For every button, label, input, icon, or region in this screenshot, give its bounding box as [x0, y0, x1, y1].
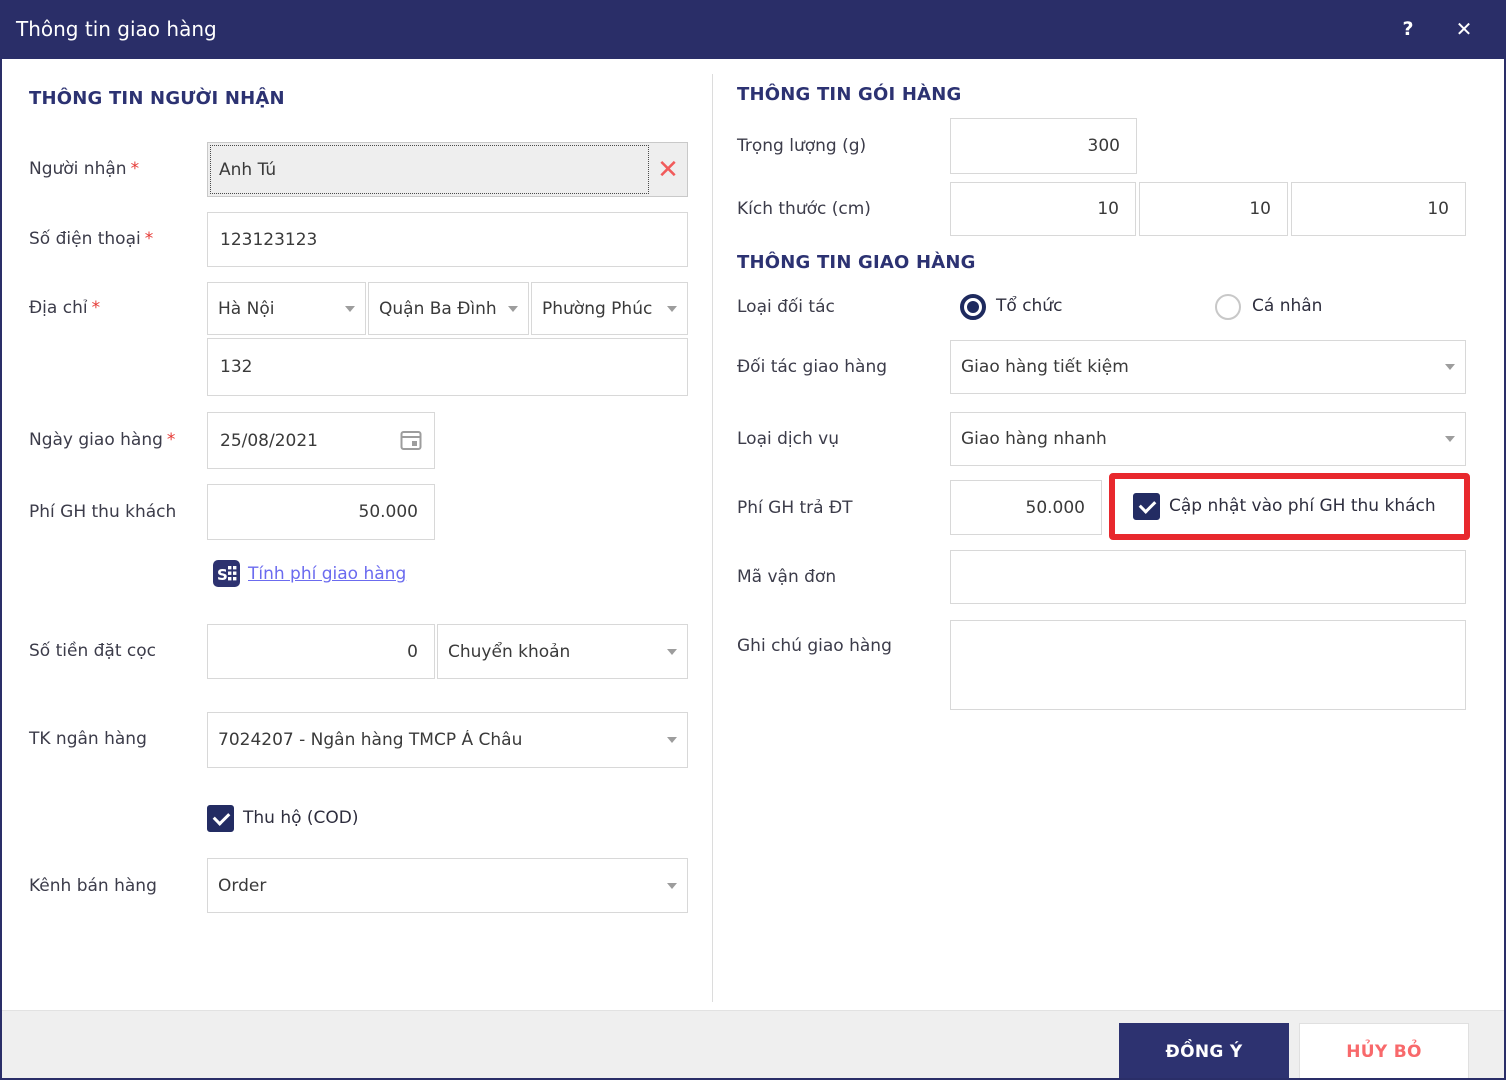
required-asterisk: *	[91, 298, 101, 318]
cod-checkbox-label[interactable]: Thu hộ (COD)	[243, 808, 359, 828]
chevron-down-icon	[667, 737, 677, 743]
weight-label: Trọng lượng (g)	[737, 136, 867, 156]
chevron-down-icon	[1445, 436, 1455, 442]
recipient-name-value: Anh Tú	[210, 145, 649, 194]
dimension-length-input[interactable]: 10	[950, 182, 1136, 236]
customer-fee-input[interactable]: 50.000	[207, 484, 435, 540]
delivery-note-label: Ghi chú giao hàng	[737, 636, 892, 656]
address-detail-input[interactable]: 132	[207, 338, 688, 396]
dialog-footer: ĐỒNG Ý HỦY BỎ	[2, 1010, 1504, 1078]
required-asterisk: *	[130, 159, 140, 179]
titlebar: Thông tin giao hàng ? ✕	[2, 2, 1504, 59]
weight-input[interactable]: 300	[950, 118, 1137, 174]
chevron-down-icon	[508, 305, 518, 312]
phone-label: Số điện thoại *	[29, 229, 154, 249]
partner-type-radio-individual-label[interactable]: Cá nhân	[1252, 296, 1322, 316]
recipient-name-label: Người nhận *	[29, 159, 140, 179]
update-fee-checkbox[interactable]	[1133, 493, 1160, 520]
confirm-button[interactable]: ĐỒNG Ý	[1119, 1023, 1289, 1078]
dialog-title: Thông tin giao hàng	[16, 17, 217, 41]
partner-type-radio-organization[interactable]	[960, 294, 986, 320]
delivery-info-dialog: Thông tin giao hàng ? ✕ THÔNG TIN NGƯỜI …	[0, 0, 1506, 1080]
clear-icon[interactable]: ✕	[653, 157, 683, 183]
phone-input[interactable]: 123123123	[207, 212, 688, 267]
chevron-down-icon	[667, 648, 677, 655]
chevron-down-icon	[1445, 364, 1455, 370]
dimensions-label: Kích thước (cm)	[737, 199, 871, 219]
update-fee-checkbox-label[interactable]: Cập nhật vào phí GH thu khách	[1169, 496, 1436, 516]
tracking-code-input[interactable]	[950, 550, 1466, 604]
deposit-input[interactable]: 0	[207, 624, 435, 679]
dimension-height-input[interactable]: 10	[1291, 182, 1466, 236]
chevron-down-icon	[667, 882, 677, 889]
dimension-width-input[interactable]: 10	[1139, 182, 1288, 236]
required-asterisk: *	[166, 430, 176, 450]
delivery-partner-dropdown[interactable]: Giao hàng tiết kiệm	[950, 340, 1466, 394]
sales-channel-dropdown[interactable]: Order	[207, 858, 688, 913]
deposit-label: Số tiền đặt cọc	[29, 641, 156, 661]
delivery-date-label: Ngày giao hàng *	[29, 430, 176, 450]
calc-fee-icon[interactable]: S	[213, 560, 240, 587]
sales-channel-label: Kênh bán hàng	[29, 876, 157, 896]
delivery-section-title: THÔNG TIN GIAO HÀNG	[737, 252, 976, 273]
column-divider	[712, 74, 713, 1002]
required-asterisk: *	[144, 229, 154, 249]
service-type-dropdown[interactable]: Giao hàng nhanh	[950, 412, 1466, 466]
calendar-icon[interactable]	[400, 429, 422, 451]
recipient-section-title: THÔNG TIN NGƯỜI NHẬN	[29, 88, 285, 109]
partner-type-radio-organization-label[interactable]: Tổ chức	[996, 296, 1062, 316]
deposit-method-dropdown[interactable]: Chuyển khoản	[437, 624, 688, 679]
svg-text:S: S	[217, 566, 228, 584]
partner-fee-label: Phí GH trả ĐT	[737, 498, 853, 518]
address-label: Địa chỉ *	[29, 298, 101, 318]
service-type-label: Loại dịch vụ	[737, 429, 839, 449]
chevron-down-icon	[667, 305, 677, 312]
help-icon[interactable]: ?	[1398, 18, 1418, 40]
customer-fee-label: Phí GH thu khách	[29, 502, 177, 522]
delivery-partner-label: Đối tác giao hàng	[737, 357, 888, 377]
partner-fee-input[interactable]: 50.000	[950, 480, 1102, 535]
bank-account-label: TK ngân hàng	[29, 729, 147, 749]
cancel-button[interactable]: HỦY BỎ	[1299, 1023, 1469, 1078]
address-ward-dropdown[interactable]: Phường Phúc	[531, 282, 688, 335]
package-section-title: THÔNG TIN GÓI HÀNG	[737, 84, 962, 105]
partner-type-label: Loại đối tác	[737, 297, 835, 317]
recipient-name-input[interactable]: Anh Tú ✕	[207, 142, 688, 197]
partner-type-radio-individual[interactable]	[1215, 294, 1241, 320]
tracking-code-label: Mã vận đơn	[737, 567, 837, 587]
delivery-note-textarea[interactable]	[950, 620, 1466, 710]
close-icon[interactable]: ✕	[1452, 17, 1476, 41]
bank-account-dropdown[interactable]: 7024207 - Ngân hàng TMCP Á Châu	[207, 712, 688, 768]
address-city-dropdown[interactable]: Hà Nội	[207, 282, 366, 335]
calculate-fee-link[interactable]: Tính phí giao hàng	[248, 564, 406, 584]
cod-checkbox[interactable]	[207, 805, 234, 832]
address-district-dropdown[interactable]: Quận Ba Đình	[368, 282, 529, 335]
chevron-down-icon	[345, 305, 355, 312]
